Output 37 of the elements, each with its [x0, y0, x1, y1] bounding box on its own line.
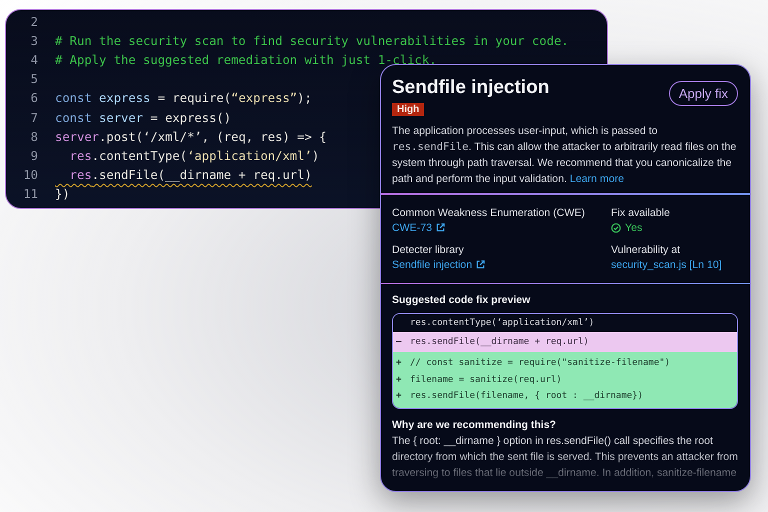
- recommendation-text: The { root: __dirname } option in res.sendFile() call specifies the root directory from which the sent file is served. This prevents an attacker from traversing to files that lie outside __dirname. In addition, sanitize-filename: [392, 434, 738, 480]
- section-title: Why are we recommending this?: [392, 418, 557, 430]
- section-title: Suggested code fix preview: [392, 294, 532, 306]
- finding-description: The application processes user-input, which is passed to res.sendFile. This can allow the attacker to arbitrarily read files on the system through path traversal. We recommend that you canonicalize the path and perform the input validation. Learn more: [392, 124, 738, 187]
- code-line: # Apply the suggested remediation with just 1-click.: [55, 52, 437, 67]
- check-circle-icon: [611, 222, 621, 232]
- line-number: 7: [30, 110, 38, 125]
- learn-more-link[interactable]: Learn more: [570, 173, 624, 185]
- line-number: 10: [22, 168, 38, 182]
- finding-title: Sendfile injection: [392, 77, 550, 99]
- line-number: 2: [30, 14, 38, 29]
- line-number: 6: [30, 91, 38, 106]
- detail-link[interactable]: CWE-73: [392, 222, 432, 234]
- line-number: 5: [30, 72, 38, 86]
- detail-label: Vulnerability at: [611, 244, 682, 256]
- external-link-icon: [476, 260, 486, 269]
- detail-label: Fix available: [611, 206, 671, 218]
- external-link-icon: [436, 223, 446, 232]
- detail-link[interactable]: security_scan.js [Ln 10]: [611, 258, 722, 270]
- detail-link[interactable]: Sendfile injection: [392, 258, 472, 270]
- detail-value: Yes: [625, 222, 642, 234]
- detail-label: Common Weakness Enumeration (CWE): [392, 206, 586, 218]
- code-line: const express = require(“express”);: [55, 91, 312, 106]
- code-line: # Run the security scan to find security vulnerabilities in your code.: [55, 34, 569, 48]
- line-number: 4: [30, 52, 38, 67]
- code-line: res.contentType(‘application/xml’): [68, 148, 320, 163]
- code-line: res.sendFile(__dirname + req.url): [68, 168, 312, 182]
- code-line: const server = express(): [55, 110, 232, 125]
- line-number: 11: [22, 187, 38, 202]
- severity-badge: High: [392, 103, 424, 116]
- code-line: server.post(‘/xml/*’, (req, res) => {: [55, 130, 326, 144]
- code-line: }): [55, 187, 70, 202]
- line-number: 8: [30, 130, 38, 144]
- detail-label: Detecter library: [392, 244, 465, 256]
- apply-fix-button[interactable]: Apply fix: [668, 81, 738, 106]
- line-number: 9: [30, 148, 38, 163]
- line-number: 3: [30, 34, 38, 48]
